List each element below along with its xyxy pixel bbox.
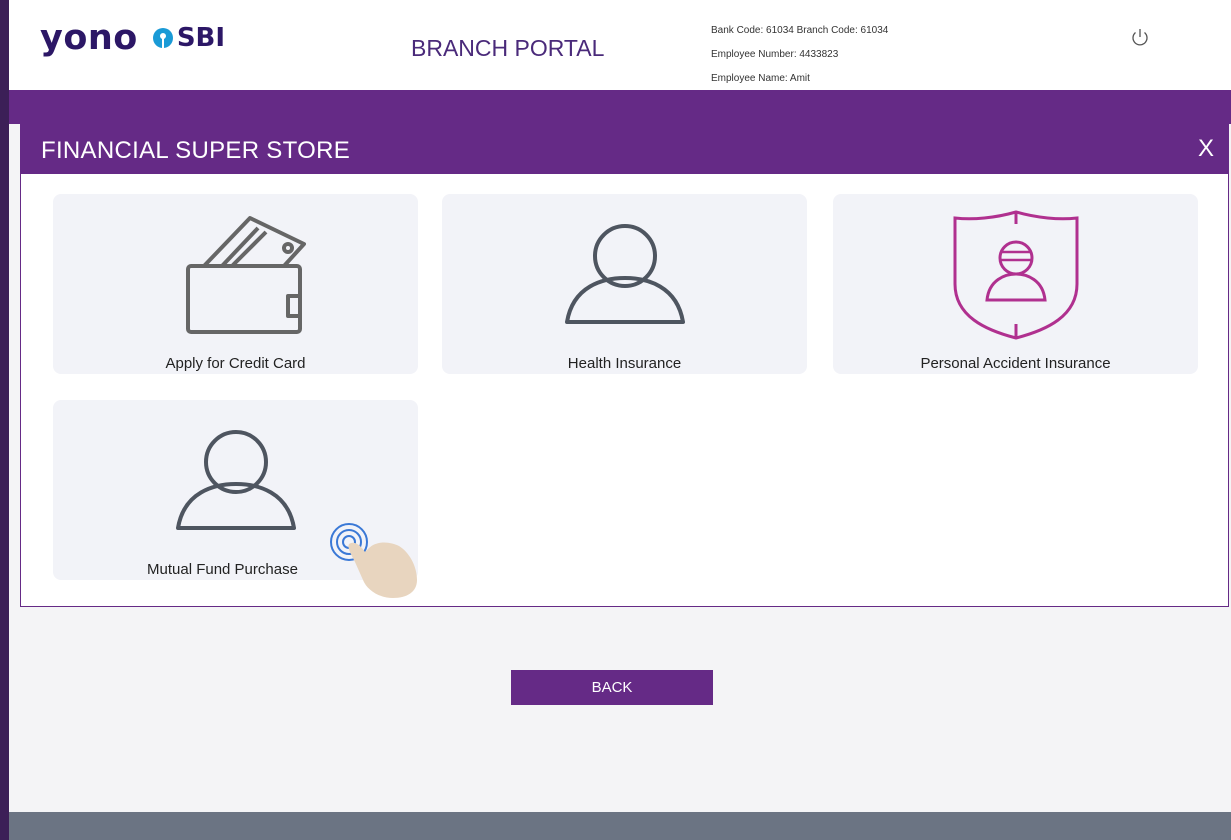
yono-sbi-logo: yono SBI bbox=[40, 18, 225, 58]
tile-personal-accident-insurance[interactable]: Personal Accident Insurance bbox=[833, 194, 1198, 374]
close-button[interactable]: X bbox=[1198, 135, 1214, 163]
employee-number: Employee Number: 4433823 bbox=[711, 49, 839, 60]
modal-title: FINANCIAL SUPER STORE bbox=[41, 137, 351, 164]
logo-yono-text: yono bbox=[40, 18, 138, 58]
portal-title: BRANCH PORTAL bbox=[411, 35, 605, 61]
app-header: yono SBI BRANCH PORTAL Bank Code: 61034 … bbox=[9, 0, 1231, 90]
tap-hand-icon bbox=[330, 523, 417, 598]
back-button[interactable]: BACK bbox=[511, 670, 713, 705]
user-icon bbox=[175, 430, 296, 530]
employee-name: Employee Name: Amit bbox=[711, 73, 810, 84]
header-band bbox=[9, 90, 1231, 124]
modal-header: FINANCIAL SUPER STORE X bbox=[21, 125, 1228, 174]
tile-label: Health Insurance bbox=[567, 355, 682, 372]
left-edge-strip bbox=[0, 0, 9, 840]
logo-sbi-text: SBI bbox=[176, 23, 226, 53]
tile-health-insurance[interactable]: Health Insurance bbox=[442, 194, 807, 374]
sbi-keyhole-icon bbox=[152, 28, 173, 49]
tile-apply-credit-card[interactable]: Apply for Credit Card bbox=[53, 194, 418, 374]
bank-branch-code: Bank Code: 61034 Branch Code: 61034 bbox=[711, 25, 889, 36]
employee-info: Bank Code: 61034 Branch Code: 61034 Empl… bbox=[711, 19, 888, 91]
shield-user-icon bbox=[953, 210, 1078, 340]
wallet-card-icon bbox=[185, 216, 306, 334]
footer-bar bbox=[9, 812, 1231, 840]
tile-label: Personal Accident Insurance bbox=[920, 355, 1111, 372]
tile-label: Apply for Credit Card bbox=[165, 355, 306, 372]
power-icon[interactable] bbox=[1129, 26, 1151, 48]
user-icon bbox=[564, 224, 685, 324]
financial-super-store-modal: FINANCIAL SUPER STORE X Apply for Credit… bbox=[20, 124, 1229, 607]
